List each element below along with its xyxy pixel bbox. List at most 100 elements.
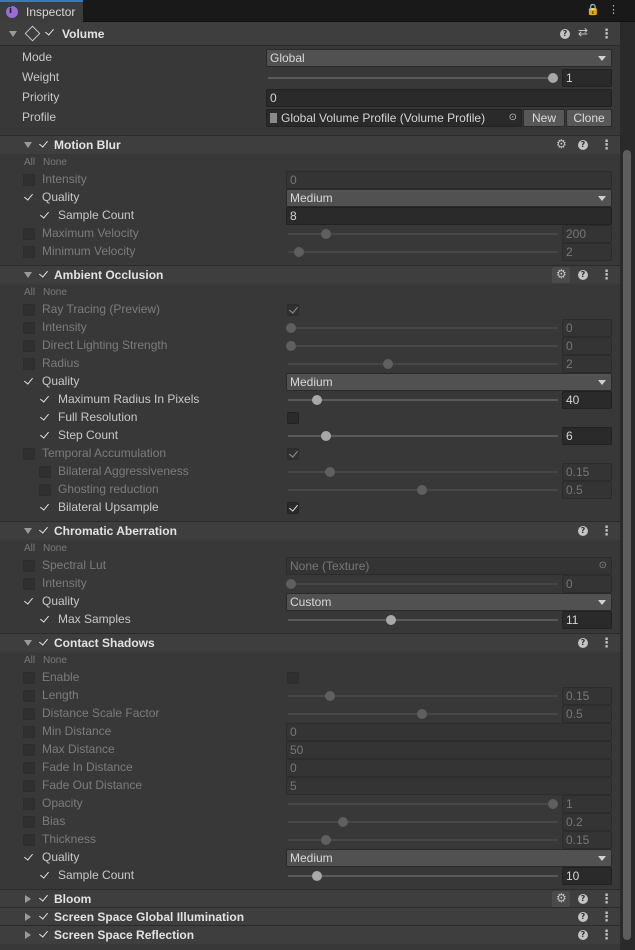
foldout-arrow-icon[interactable] (24, 528, 32, 534)
contact-shadows-header[interactable]: Contact Shadows ? (0, 633, 620, 652)
ao-enabled-checkbox[interactable] (38, 269, 50, 281)
ca-quality-dropdown[interactable]: Custom (286, 593, 612, 611)
cs-distance-scale-field[interactable]: 0.5 (562, 705, 612, 723)
help-icon[interactable]: ? (560, 29, 570, 39)
slider-handle[interactable] (386, 615, 396, 625)
slider-track[interactable] (288, 803, 558, 805)
cs-sample-count-field[interactable]: 10 (562, 867, 612, 885)
ao-quality-dropdown[interactable]: Medium (286, 373, 612, 391)
none-toggle[interactable]: None (43, 543, 67, 554)
cs-enable-toggle[interactable] (287, 672, 299, 684)
foldout-arrow-icon[interactable] (25, 931, 31, 939)
ssr-header[interactable]: Screen Space Reflection ? (0, 925, 620, 944)
tab-inspector[interactable]: Inspector (0, 0, 83, 22)
all-toggle[interactable]: All (24, 287, 35, 298)
help-icon[interactable]: ? (578, 638, 588, 648)
override-checkbox[interactable] (39, 466, 51, 478)
override-checkbox[interactable] (23, 798, 35, 810)
ca-spectral-lut-field[interactable]: None (Texture) ⊙ (286, 557, 612, 575)
override-checkbox[interactable] (23, 448, 35, 460)
foldout-arrow-icon[interactable] (9, 31, 17, 37)
slider-track[interactable] (288, 619, 558, 621)
cs-min-distance-field[interactable]: 0 (286, 723, 612, 741)
cs-thickness-field[interactable]: 0.15 (562, 831, 612, 849)
weight-slider-handle[interactable] (548, 73, 558, 83)
override-checkbox[interactable] (23, 852, 35, 864)
foldout-arrow-icon[interactable] (25, 913, 31, 921)
none-toggle[interactable]: None (43, 655, 67, 666)
gear-icon[interactable]: ⚙ (556, 891, 567, 905)
override-checkbox[interactable] (39, 394, 51, 406)
override-checkbox[interactable] (23, 596, 35, 608)
slider-handle[interactable] (325, 691, 335, 701)
override-checkbox[interactable] (23, 174, 35, 186)
ao-ray-tracing-toggle[interactable] (287, 304, 299, 316)
mb-min-velocity-field[interactable]: 2 (562, 243, 612, 261)
weight-slider-track[interactable] (268, 77, 556, 79)
slider-handle[interactable] (321, 431, 331, 441)
slider-handle[interactable] (312, 871, 322, 881)
slider-handle[interactable] (325, 467, 335, 477)
override-checkbox[interactable] (39, 614, 51, 626)
foldout-arrow-icon[interactable] (24, 272, 32, 278)
override-checkbox[interactable] (23, 376, 35, 388)
object-picker-icon[interactable]: ⊙ (509, 110, 517, 126)
motion-blur-header[interactable]: Motion Blur ⚙ ? (0, 135, 620, 154)
cs-fade-in-field[interactable]: 0 (286, 759, 612, 777)
override-checkbox[interactable] (39, 870, 51, 882)
help-icon[interactable]: ? (578, 930, 588, 940)
override-checkbox[interactable] (23, 192, 35, 204)
ssgi-enabled-checkbox[interactable] (38, 911, 50, 923)
slider-handle[interactable] (286, 323, 296, 333)
override-checkbox[interactable] (23, 578, 35, 590)
override-checkbox[interactable] (23, 744, 35, 756)
ao-direct-lighting-field[interactable]: 0 (562, 337, 612, 355)
slider-handle[interactable] (286, 579, 296, 589)
override-checkbox[interactable] (23, 322, 35, 334)
chromatic-aberration-header[interactable]: Chromatic Aberration ? (0, 521, 620, 540)
slider-track[interactable] (288, 363, 558, 365)
help-icon[interactable]: ? (578, 140, 588, 150)
override-checkbox[interactable] (23, 246, 35, 258)
slider-handle[interactable] (383, 359, 393, 369)
help-icon[interactable]: ? (578, 894, 588, 904)
help-icon[interactable]: ? (578, 912, 588, 922)
override-checkbox[interactable] (23, 340, 35, 352)
ao-intensity-field[interactable]: 0 (562, 319, 612, 337)
all-toggle[interactable]: All (24, 543, 35, 554)
slider-track[interactable] (288, 821, 558, 823)
ssr-enabled-checkbox[interactable] (38, 929, 50, 941)
ao-temporal-toggle[interactable] (287, 448, 299, 460)
cs-length-field[interactable]: 0.15 (562, 687, 612, 705)
ambient-occlusion-header[interactable]: Ambient Occlusion ⚙ ? (0, 265, 620, 284)
cs-opacity-field[interactable]: 1 (562, 795, 612, 813)
cs-quality-dropdown[interactable]: Medium (286, 849, 612, 867)
slider-handle[interactable] (321, 835, 331, 845)
ao-step-count-field[interactable]: 6 (562, 427, 612, 445)
mb-sample-count-field[interactable]: 8 (286, 207, 612, 225)
foldout-arrow-icon[interactable] (24, 142, 32, 148)
override-checkbox[interactable] (23, 672, 35, 684)
ao-radius-field[interactable]: 2 (562, 355, 612, 373)
slider-handle[interactable] (294, 247, 304, 257)
help-icon[interactable]: ? (578, 526, 588, 536)
cs-max-distance-field[interactable]: 50 (286, 741, 612, 759)
override-checkbox[interactable] (23, 816, 35, 828)
volume-enabled-checkbox[interactable] (44, 27, 56, 39)
cs-enabled-checkbox[interactable] (38, 637, 50, 649)
ca-intensity-field[interactable]: 0 (562, 575, 612, 593)
weight-field[interactable]: 1 (562, 69, 612, 87)
slider-track[interactable] (288, 399, 558, 401)
ao-full-res-toggle[interactable] (287, 412, 299, 424)
override-checkbox[interactable] (23, 560, 35, 572)
slider-handle[interactable] (417, 709, 427, 719)
override-checkbox[interactable] (23, 834, 35, 846)
new-profile-button[interactable]: New (523, 109, 565, 127)
bloom-header[interactable]: Bloom ⚙ ? (0, 889, 620, 908)
clone-profile-button[interactable]: Clone (566, 109, 612, 127)
slider-handle[interactable] (417, 485, 427, 495)
bloom-enabled-checkbox[interactable] (38, 893, 50, 905)
object-picker-icon[interactable]: ⊙ (599, 558, 607, 574)
slider-handle[interactable] (321, 229, 331, 239)
cs-fade-out-field[interactable]: 5 (286, 777, 612, 795)
